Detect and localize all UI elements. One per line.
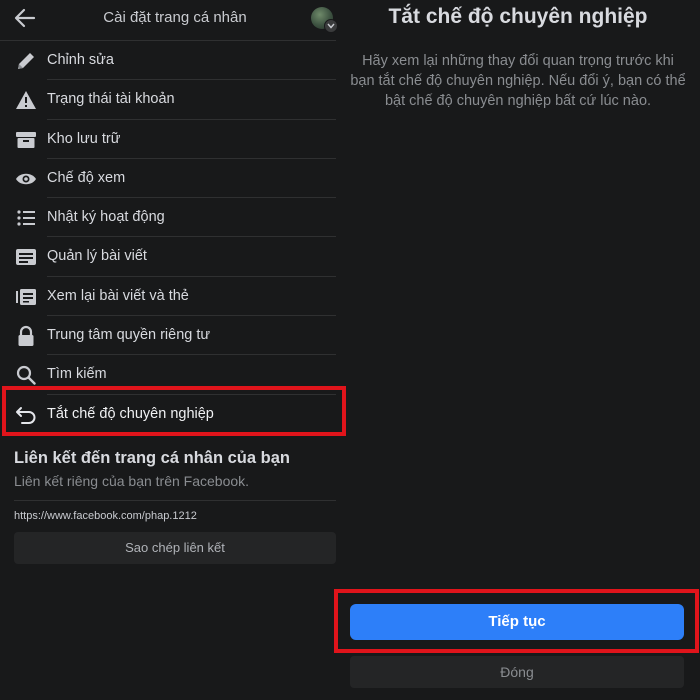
turn-off-professional-mode-dialog: Tắt chế độ chuyên nghiệp Hãy xem lại nhữ…	[334, 0, 700, 700]
menu-item-label: Kho lưu trữ	[47, 130, 121, 147]
avatar-badge	[324, 19, 338, 33]
menu-item-label: Xem lại bài viết và thẻ	[47, 287, 189, 304]
menu-item-activity-log[interactable]: Nhật ký hoạt động	[0, 198, 348, 238]
highlight-box	[334, 589, 699, 653]
warning-icon	[14, 88, 38, 112]
menu-item-edit[interactable]: Chỉnh sửa	[0, 41, 348, 81]
copy-link-button[interactable]: Sao chép liên kết	[14, 532, 336, 564]
menu-item-label: Tìm kiếm	[47, 366, 107, 383]
divider	[14, 500, 336, 501]
menu-item-archive[interactable]: Kho lưu trữ	[0, 120, 348, 159]
menu-item-privacy-center[interactable]: Trung tâm quyền riêng tư	[0, 316, 348, 356]
menu-item-label: Chế độ xem	[47, 169, 126, 186]
chevron-down-icon	[327, 23, 335, 29]
menu-item-label: Nhật ký hoạt động	[47, 209, 165, 226]
section-subtitle: Liên kết riêng của bạn trên Facebook.	[14, 473, 250, 489]
eye-icon	[14, 167, 38, 191]
pencil-icon	[14, 49, 38, 73]
profile-link-section: Liên kết đến trang cá nhân của bạn Liên …	[14, 446, 336, 564]
menu-item-label: Quản lý bài viết	[47, 248, 147, 265]
profile-url: https://www.facebook.com/phap.1212	[14, 510, 197, 522]
header: Cài đặt trang cá nhân	[0, 0, 348, 38]
review-tags-icon	[14, 285, 38, 309]
back-button[interactable]	[12, 6, 38, 30]
list-icon	[14, 206, 38, 230]
highlight-box	[2, 386, 346, 436]
lock-icon	[14, 324, 38, 348]
menu-item-label: Trạng thái tài khoản	[47, 91, 175, 108]
menu-item-view-as[interactable]: Chế độ xem	[0, 159, 348, 199]
page-title: Cài đặt trang cá nhân	[103, 9, 247, 26]
avatar[interactable]	[311, 7, 338, 33]
archive-icon	[14, 128, 38, 152]
arrow-left-icon	[14, 8, 36, 28]
dialog-description: Hãy xem lại những thay đổi quan trọng tr…	[350, 53, 686, 109]
menu-item-account-status[interactable]: Trạng thái tài khoản	[0, 80, 348, 120]
profile-settings-panel: Cài đặt trang cá nhân Chỉnh sửa Trạng th…	[0, 0, 348, 700]
dialog-title: Tắt chế độ chuyên nghiệp	[388, 5, 648, 28]
menu-item-label: Trung tâm quyền riêng tư	[47, 327, 211, 344]
posts-icon	[14, 245, 38, 269]
settings-menu: Chỉnh sửa Trạng thái tài khoản Kho lưu t…	[0, 41, 348, 434]
close-button[interactable]: Đóng	[350, 656, 684, 688]
menu-item-review-posts-tags[interactable]: Xem lại bài viết và thẻ	[0, 277, 348, 317]
menu-item-manage-posts[interactable]: Quản lý bài viết	[0, 237, 348, 277]
menu-item-label: Chỉnh sửa	[47, 52, 114, 68]
section-title: Liên kết đến trang cá nhân của bạn	[14, 449, 290, 467]
search-icon	[14, 363, 38, 387]
